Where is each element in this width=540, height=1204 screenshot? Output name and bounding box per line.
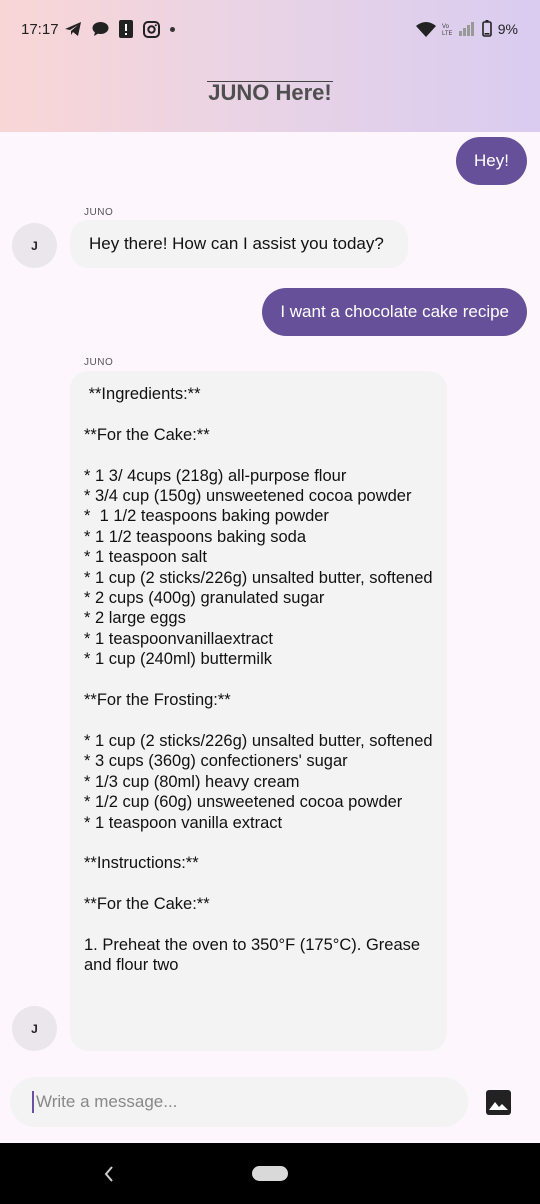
instagram-icon [143,20,160,38]
sender-name: JUNO [84,207,114,218]
status-time: 17:17 [21,21,59,38]
battery-percent: 9% [497,20,518,37]
volte-icon: VoLTE [442,24,452,36]
svg-text:Vo: Vo [442,24,450,30]
battery-icon [481,20,492,37]
home-button[interactable] [252,1166,288,1181]
alert-icon [119,20,133,38]
sender-name: JUNO [84,357,114,368]
message-composer [10,1077,468,1127]
user-message: Hey! [456,137,527,185]
message-input[interactable] [32,1091,446,1113]
bot-message: Hey there! How can I assist you today? [70,220,408,268]
bot-message-recipe: **Ingredients:** **For the Cake:** * 1 3… [70,371,447,1051]
page-title: JUNO Here! [208,80,332,105]
svg-text:LTE: LTE [442,31,452,36]
image-icon[interactable] [485,1089,512,1116]
system-nav-bar [0,1143,540,1204]
avatar[interactable]: J [12,223,57,268]
more-notifications-dot [170,26,175,32]
back-icon[interactable] [103,1165,115,1183]
status-bar: 17:17 Vo LTE 9% [0,0,540,62]
app-header: 17:17 Vo LTE 9% JUNO Here! [0,0,540,132]
signal-icon [458,21,474,36]
wifi-icon [415,21,436,37]
avatar[interactable]: J [12,1006,57,1051]
chat-icon [92,22,109,36]
user-message: I want a chocolate cake recipe [262,288,527,336]
telegram-icon [65,22,81,36]
